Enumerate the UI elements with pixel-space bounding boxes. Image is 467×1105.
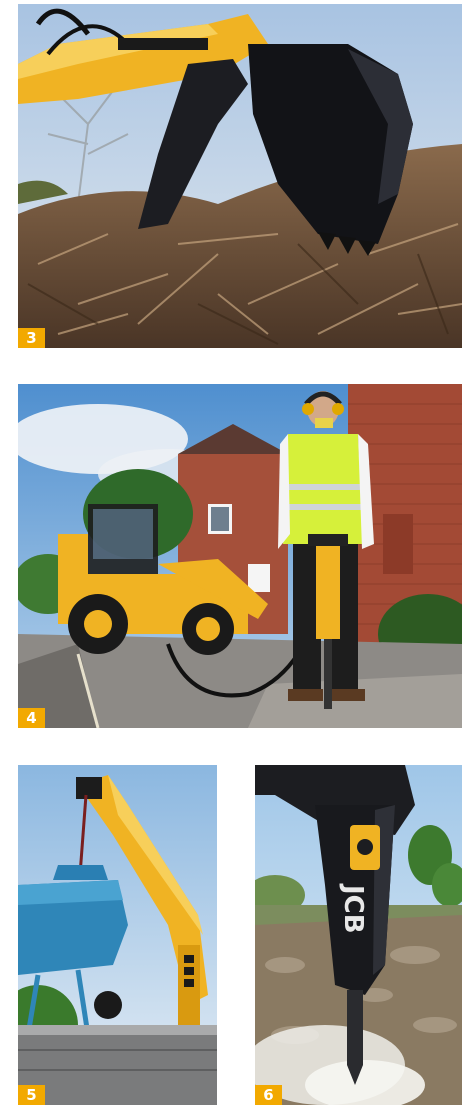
photo-5-illustration (18, 765, 217, 1105)
photo-4-illustration (18, 384, 462, 728)
svg-text:JCB: JCB (338, 883, 368, 934)
photo-4-worker-breaker-street: 4 (18, 384, 462, 728)
photo-6-breaker-closeup-rubble: JCB 6 (255, 765, 462, 1105)
photo-number-badge: 3 (18, 328, 45, 348)
photo-5-crane-lifting-mixer: 5 (18, 765, 217, 1105)
jcb-logo: JCB (338, 883, 368, 934)
photo-3-illustration (18, 4, 462, 348)
photo-3-excavator-bucket-brush: 3 (18, 4, 462, 348)
photo-number-badge: 6 (255, 1085, 282, 1105)
photo-6-illustration: JCB (255, 765, 462, 1105)
photo-number-badge: 4 (18, 708, 45, 728)
photo-number-badge: 5 (18, 1085, 45, 1105)
